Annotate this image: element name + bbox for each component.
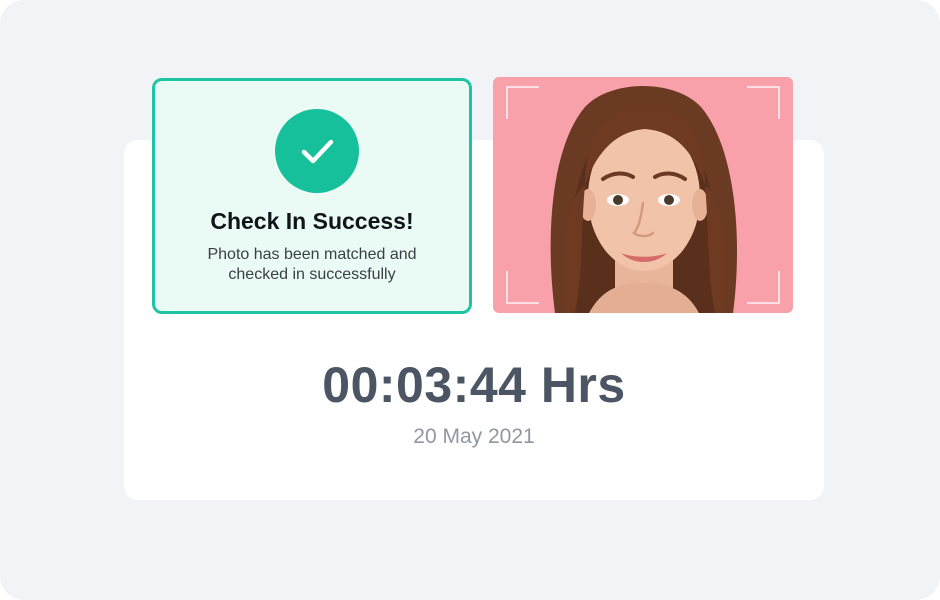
checkin-success-description: Photo has been matched and checked in su…	[207, 246, 417, 283]
face-photo	[493, 77, 793, 313]
checkin-date: 20 May 2021	[413, 425, 535, 448]
checkin-success-title: Check In Success!	[210, 208, 414, 234]
elapsed-time: 00:03:44 Hrs	[322, 357, 626, 413]
checkmark-icon	[275, 109, 359, 193]
checkin-success-card: Check In Success! Photo has been matched…	[152, 78, 472, 314]
